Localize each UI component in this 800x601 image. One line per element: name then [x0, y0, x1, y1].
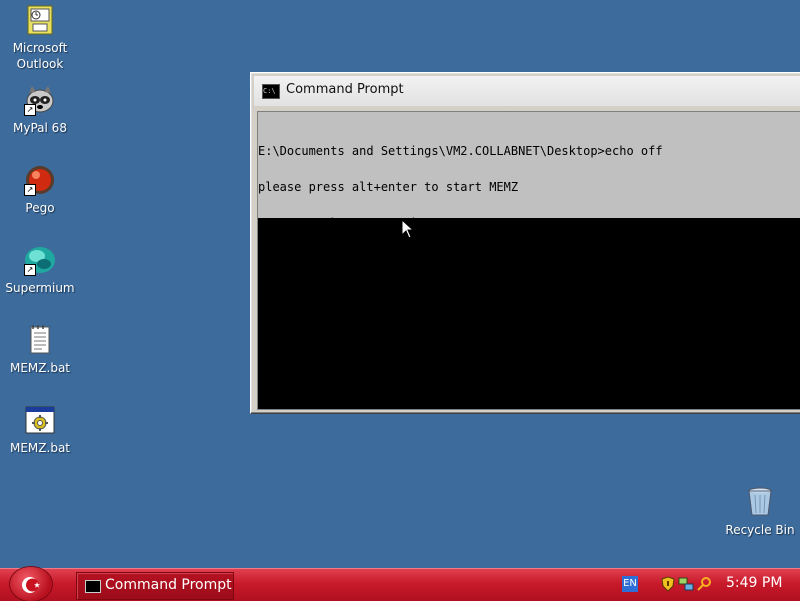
console-line: YOU IDIOT	[258, 324, 324, 338]
desktop-icon-label: Microsoft	[12, 41, 68, 55]
desktop-icon-label: Pego	[25, 201, 55, 215]
desktop-icon-outlook[interactable]: Microsoft Outlook	[0, 4, 80, 72]
console-line: E:\Documents and Settings\VM2.COLLABNET\…	[258, 144, 663, 158]
desktop-icon-supermium[interactable]: ↗ Supermium	[0, 244, 80, 296]
window-title: Command Prompt	[286, 82, 404, 97]
recycle-bin-icon	[744, 486, 776, 518]
shortcut-arrow-icon: ↗	[24, 104, 36, 116]
console-output: E:\Documents and Settings\VM2.COLLABNET\…	[258, 112, 800, 337]
outlook-icon	[24, 4, 56, 36]
clock[interactable]: 5:49 PM	[726, 575, 782, 591]
search-key-icon[interactable]	[696, 576, 712, 592]
desktop-icon-mypal[interactable]: ↗ MyPal 68	[0, 84, 80, 136]
shortcut-arrow-icon: ↗	[24, 264, 36, 276]
desktop: Microsoft Outlook ↗ MyPal 68 ↗ Pego ↗ Su…	[0, 0, 800, 568]
desktop-icon-label: MEMZ.bat	[10, 361, 70, 375]
console-area[interactable]: E:\Documents and Settings\VM2.COLLABNET\…	[257, 111, 800, 410]
mouse-cursor-icon	[401, 218, 415, 239]
console-line: 'clear' is not recognized as an internal…	[258, 252, 699, 266]
cmd-icon: C:\	[262, 84, 280, 99]
taskbar: Command Prompt EN 5:49 PM	[0, 567, 800, 601]
cmd-icon	[85, 580, 101, 593]
notepad-icon	[24, 324, 56, 356]
desktop-icon-label: Outlook	[16, 57, 64, 71]
desktop-icon-label: MyPal 68	[13, 121, 67, 135]
red-orb-icon: ↗	[24, 164, 56, 196]
desktop-icon-label: Recycle Bin	[725, 523, 795, 537]
batch-gear-icon	[24, 404, 56, 436]
shield-icon[interactable]	[660, 576, 676, 592]
desktop-icon-label: Supermium	[5, 281, 75, 295]
raccoon-icon: ↗	[24, 84, 56, 116]
console-line: operable program or batch file.	[258, 288, 482, 302]
start-button[interactable]	[10, 567, 52, 601]
desktop-icon-memz-bat-1[interactable]: MEMZ.bat	[0, 324, 80, 376]
taskbar-button-command-prompt[interactable]: Command Prompt	[76, 572, 234, 600]
network-icon[interactable]	[678, 576, 694, 592]
console-line: please press alt+enter to start MEMZ	[258, 180, 519, 194]
desktop-icon-label: MEMZ.bat	[10, 441, 70, 455]
taskbar-button-label: Command Prompt	[105, 577, 232, 593]
window-titlebar[interactable]: C:\ Command Prompt	[254, 76, 800, 106]
shortcut-arrow-icon: ↗	[24, 184, 36, 196]
desktop-icon-pego[interactable]: ↗ Pego	[0, 164, 80, 216]
console-line: Press any key to continue . . .	[258, 216, 482, 230]
command-prompt-window[interactable]: C:\ Command Prompt E:\Documents and Sett…	[250, 72, 800, 414]
language-indicator[interactable]: EN	[622, 576, 638, 592]
desktop-icon-recycle-bin[interactable]: Recycle Bin	[720, 486, 800, 538]
desktop-icon-memz-bat-2[interactable]: MEMZ.bat	[0, 404, 80, 456]
supermium-icon: ↗	[24, 244, 56, 276]
start-crescent-icon	[22, 577, 40, 593]
